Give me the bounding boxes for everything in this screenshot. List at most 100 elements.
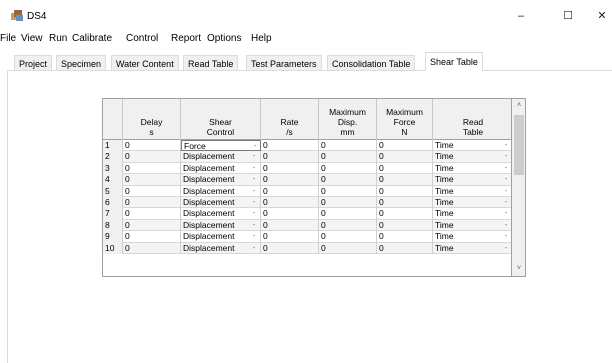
delay-cell[interactable]: 0 bbox=[123, 219, 181, 232]
tab-project[interactable]: Project bbox=[14, 55, 53, 71]
delay-cell[interactable]: 0 bbox=[123, 151, 181, 163]
read-table-cell[interactable]: Time - bbox=[433, 151, 511, 162]
read-table-cell[interactable]: Time - bbox=[433, 140, 511, 151]
read-table-cell[interactable]: Time - bbox=[433, 231, 511, 242]
delay-cell[interactable]: 0 bbox=[123, 197, 181, 209]
rate-cell[interactable]: 0 bbox=[261, 174, 319, 186]
scroll-up-icon[interactable]: ˄ bbox=[512, 101, 526, 111]
max-disp-cell[interactable]: 0 bbox=[319, 208, 377, 220]
dropdown-icon[interactable]: - bbox=[249, 198, 259, 207]
dropdown-icon[interactable]: - bbox=[249, 244, 259, 253]
max-force-cell[interactable]: 0 bbox=[377, 197, 433, 209]
delay-cell[interactable]: 0 bbox=[123, 208, 181, 220]
tab-water-content[interactable]: Water Content bbox=[111, 55, 179, 71]
max-disp-cell[interactable]: 0 bbox=[319, 242, 377, 254]
delay-cell[interactable]: 0 bbox=[123, 140, 181, 152]
menu-run[interactable]: Run bbox=[49, 33, 67, 44]
max-disp-cell[interactable]: 0 bbox=[319, 219, 377, 232]
tab-shear-table[interactable]: Shear Table bbox=[425, 52, 483, 71]
shear-control-cell[interactable]: Displacement - bbox=[181, 197, 261, 209]
delay-cell[interactable]: 0 bbox=[123, 231, 181, 243]
grid-scrollbar[interactable]: ˄ ˅ bbox=[512, 98, 526, 277]
max-force-cell[interactable]: 0 bbox=[377, 231, 433, 243]
max-force-cell[interactable]: 0 bbox=[377, 185, 433, 197]
shear-control-cell[interactable]: Displacement - bbox=[181, 242, 261, 254]
dropdown-icon[interactable]: - bbox=[501, 141, 511, 150]
menu-report[interactable]: Report bbox=[171, 33, 201, 44]
dropdown-icon[interactable]: - bbox=[501, 175, 511, 184]
dropdown-icon[interactable]: - bbox=[249, 209, 259, 218]
scroll-down-icon[interactable]: ˅ bbox=[512, 264, 526, 274]
menu-view[interactable]: View bbox=[21, 33, 43, 44]
shear-control-cell[interactable]: Displacement - bbox=[181, 208, 261, 220]
rate-cell[interactable]: 0 bbox=[261, 219, 319, 232]
dropdown-icon[interactable]: - bbox=[501, 209, 511, 218]
delay-cell[interactable]: 0 bbox=[123, 162, 181, 175]
max-disp-cell[interactable]: 0 bbox=[319, 231, 377, 243]
menu-help[interactable]: Help bbox=[251, 33, 272, 44]
dropdown-icon[interactable]: - bbox=[249, 164, 259, 173]
rate-cell[interactable]: 0 bbox=[261, 185, 319, 197]
delay-cell[interactable]: 0 bbox=[123, 185, 181, 197]
tab-consolidation-table[interactable]: Consolidation Table bbox=[327, 55, 416, 71]
dropdown-icon[interactable]: - bbox=[501, 164, 511, 173]
read-table-cell[interactable]: Time - bbox=[433, 220, 511, 231]
max-disp-cell[interactable]: 0 bbox=[319, 151, 377, 163]
max-force-cell[interactable]: 0 bbox=[377, 162, 433, 175]
read-table-cell[interactable]: Time - bbox=[433, 186, 511, 197]
delay-cell[interactable]: 0 bbox=[123, 174, 181, 186]
tab-specimen[interactable]: Specimen bbox=[56, 55, 107, 71]
dropdown-icon[interactable]: - bbox=[501, 232, 511, 241]
max-disp-cell[interactable]: 0 bbox=[319, 174, 377, 186]
maximize-icon[interactable]: ☐ bbox=[558, 8, 578, 24]
max-force-cell[interactable]: 0 bbox=[377, 151, 433, 163]
shear-control-cell[interactable]: Displacement - bbox=[181, 219, 261, 232]
minimize-icon[interactable]: – bbox=[511, 8, 531, 24]
max-force-cell[interactable]: 0 bbox=[377, 174, 433, 186]
shear-control-cell[interactable]: Displacement - bbox=[181, 162, 261, 175]
rate-cell[interactable]: 0 bbox=[261, 208, 319, 220]
read-table-cell[interactable]: Time - bbox=[433, 163, 511, 174]
tab-test-parameters[interactable]: Test Parameters bbox=[246, 55, 322, 71]
rate-cell[interactable]: 0 bbox=[261, 197, 319, 209]
rate-cell[interactable]: 0 bbox=[261, 140, 319, 152]
tab-read-table[interactable]: Read Table bbox=[183, 55, 239, 71]
max-disp-cell[interactable]: 0 bbox=[319, 162, 377, 175]
dropdown-icon[interactable]: - bbox=[249, 175, 259, 184]
shear-control-cell[interactable]: Displacement - bbox=[181, 151, 261, 163]
max-force-cell[interactable]: 0 bbox=[377, 140, 433, 152]
read-table-cell[interactable]: Time - bbox=[433, 208, 511, 219]
scroll-thumb[interactable] bbox=[514, 115, 524, 175]
read-table-cell[interactable]: Time - bbox=[433, 197, 511, 208]
shear-control-cell[interactable]: Force - bbox=[181, 140, 261, 152]
read-table-cell[interactable]: Time - bbox=[433, 243, 511, 254]
shear-control-cell[interactable]: Displacement - bbox=[181, 231, 261, 243]
dropdown-icon[interactable]: - bbox=[249, 221, 259, 230]
max-disp-cell[interactable]: 0 bbox=[319, 185, 377, 197]
dropdown-icon[interactable]: - bbox=[501, 152, 511, 161]
max-force-cell[interactable]: 0 bbox=[377, 219, 433, 232]
dropdown-icon[interactable]: - bbox=[501, 244, 511, 253]
menu-options[interactable]: Options bbox=[207, 33, 241, 44]
max-disp-cell[interactable]: 0 bbox=[319, 140, 377, 152]
dropdown-icon[interactable]: - bbox=[501, 198, 511, 207]
dropdown-icon[interactable]: - bbox=[501, 221, 511, 230]
rate-cell[interactable]: 0 bbox=[261, 242, 319, 254]
dropdown-icon[interactable]: - bbox=[250, 142, 260, 151]
dropdown-icon[interactable]: - bbox=[501, 187, 511, 196]
dropdown-icon[interactable]: - bbox=[249, 187, 259, 196]
rate-cell[interactable]: 0 bbox=[261, 151, 319, 163]
close-icon[interactable]: ✕ bbox=[592, 8, 612, 24]
menu-file[interactable]: File bbox=[0, 33, 16, 44]
menu-control[interactable]: Control bbox=[126, 33, 158, 44]
max-disp-cell[interactable]: 0 bbox=[319, 197, 377, 209]
dropdown-icon[interactable]: - bbox=[249, 152, 259, 161]
rate-cell[interactable]: 0 bbox=[261, 231, 319, 243]
shear-control-cell[interactable]: Displacement - bbox=[181, 174, 261, 186]
delay-cell[interactable]: 0 bbox=[123, 242, 181, 254]
menu-calibrate[interactable]: Calibrate bbox=[72, 33, 112, 44]
rate-cell[interactable]: 0 bbox=[261, 162, 319, 175]
max-force-cell[interactable]: 0 bbox=[377, 208, 433, 220]
shear-control-cell[interactable]: Displacement - bbox=[181, 185, 261, 197]
read-table-cell[interactable]: Time - bbox=[433, 174, 511, 185]
